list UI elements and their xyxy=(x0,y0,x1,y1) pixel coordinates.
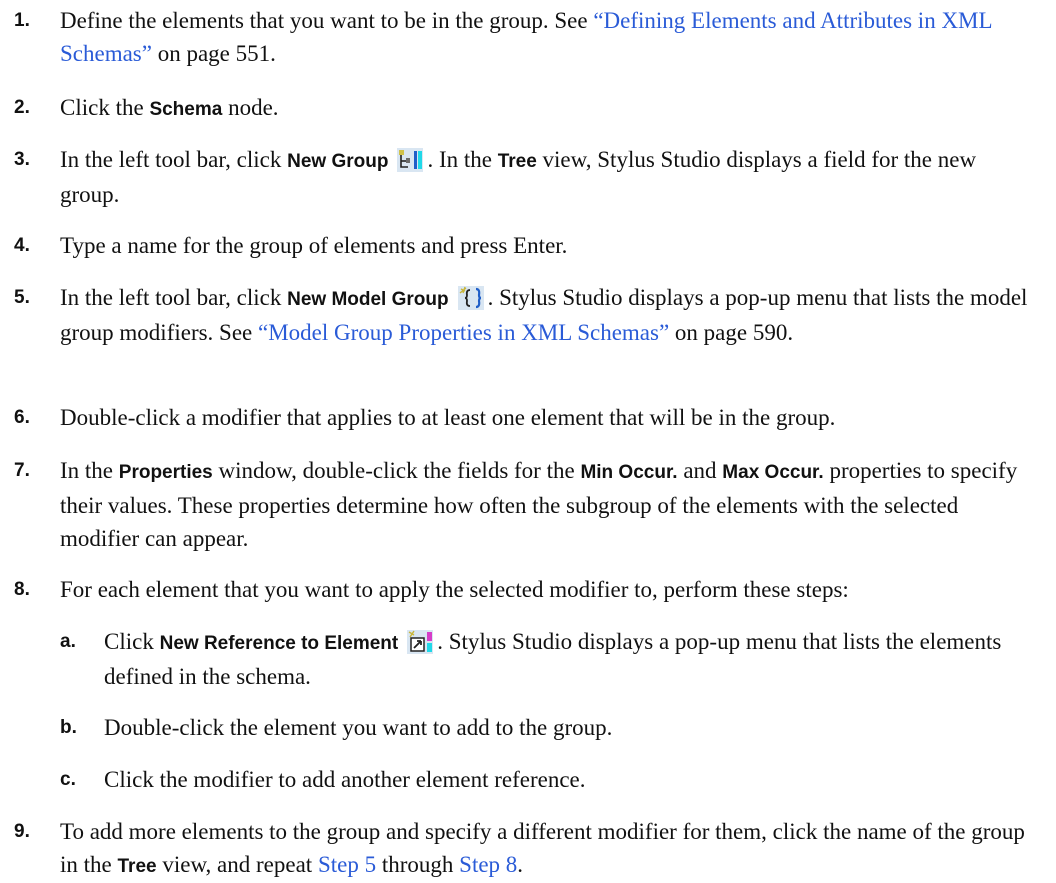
step-text: For each element that you want to apply … xyxy=(60,577,849,602)
step-number: 8. xyxy=(14,579,30,600)
ui-label-schema: Schema xyxy=(149,99,223,120)
step-text: Define the elements that you want to be … xyxy=(60,8,992,66)
xref-model-group-properties-link[interactable]: “Model Group Properties in XML Schemas” xyxy=(258,320,669,345)
step-text: In the left tool bar, click New Model Gr… xyxy=(60,285,1028,345)
step-number: 6. xyxy=(14,407,30,428)
xref-step-8-link[interactable]: Step 8 xyxy=(459,852,517,877)
step-text: In the Properties window, double-click t… xyxy=(60,458,1018,551)
ui-label-properties: Properties xyxy=(118,462,213,483)
step-text: Type a name for the group of elements an… xyxy=(60,233,568,258)
ui-label-max-occur: Max Occur. xyxy=(722,462,824,483)
substep-text: Click New Reference to Element . Stylus … xyxy=(104,629,1002,689)
step-number: 2. xyxy=(14,97,30,118)
step-text: In the left tool bar, click New Group . … xyxy=(60,147,977,207)
step-number: 4. xyxy=(14,235,30,256)
step-text: Click the Schema node. xyxy=(60,95,279,120)
procedure-page: 1. Define the elements that you want to … xyxy=(0,0,1056,877)
step-number: 9. xyxy=(14,821,30,842)
step-number: 5. xyxy=(14,287,30,308)
substep-letter: c. xyxy=(60,769,76,790)
ui-label-tree: Tree xyxy=(497,151,537,172)
ui-label-min-occur: Min Occur. xyxy=(580,462,678,483)
step-text: Double-click a modifier that applies to … xyxy=(60,405,836,430)
substep-text: Click the modifier to add another elemen… xyxy=(104,767,586,792)
ui-label-new-model-group: New Model Group xyxy=(287,289,449,310)
xref-step-5-link[interactable]: Step 5 xyxy=(318,852,376,877)
substep-text: Double-click the element you want to add… xyxy=(104,715,613,740)
step-number: 1. xyxy=(14,10,30,31)
substep-letter: a. xyxy=(60,631,76,652)
step-number: 7. xyxy=(14,460,30,481)
new-group-icon xyxy=(396,147,424,173)
substep-letter: b. xyxy=(60,717,77,738)
ui-label-new-group: New Group xyxy=(287,151,389,172)
step-number: 3. xyxy=(14,149,30,170)
step-text: To add more elements to the group and sp… xyxy=(60,819,1025,877)
new-reference-to-element-icon xyxy=(406,629,434,655)
new-model-group-icon xyxy=(457,285,485,311)
ui-label-new-reference-to-element: New Reference to Element xyxy=(159,633,399,654)
